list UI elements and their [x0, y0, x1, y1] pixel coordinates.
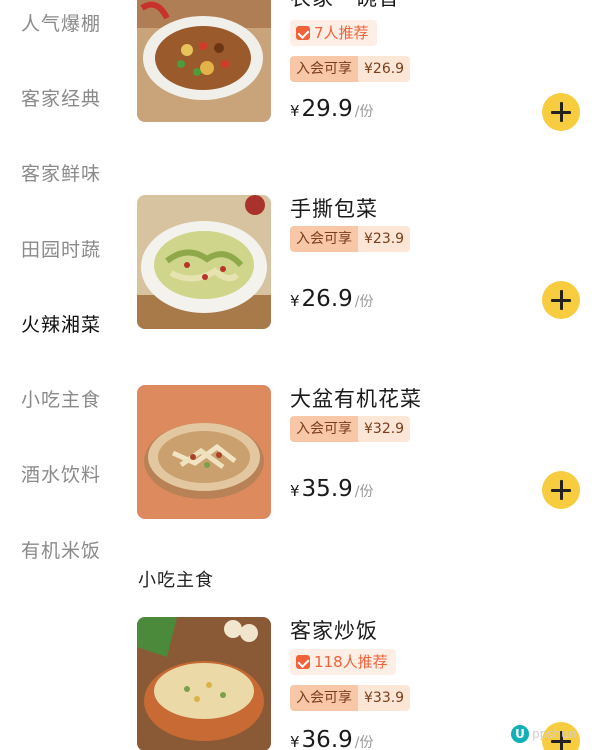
sidebar-item-organic-rice[interactable]: 有机米饭: [21, 536, 101, 563]
price: ¥35.9/份: [290, 476, 373, 502]
member-price: ¥23.9: [358, 226, 411, 252]
member-label: 入会可享: [290, 226, 358, 252]
menu-item[interactable]: 手撕包菜 入会可享 ¥23.9 ¥26.9/份: [137, 195, 597, 331]
watermark-text: ppshun: [532, 727, 577, 741]
member-label: 入会可享: [290, 685, 358, 711]
dish-name: 大盆有机花菜: [290, 387, 422, 411]
member-label: 入会可享: [290, 56, 358, 82]
member-price: ¥32.9: [358, 416, 411, 442]
member-label: 入会可享: [290, 416, 358, 442]
dish-photo[interactable]: [137, 385, 271, 519]
price-value: 35.9: [301, 476, 353, 502]
currency-symbol: ¥: [290, 482, 300, 500]
dish-photo[interactable]: [137, 617, 271, 750]
member-price-tag: 入会可享 ¥26.9: [290, 56, 411, 82]
watermark-logo-icon: U: [511, 725, 529, 743]
member-price-tag: 入会可享 ¥33.9: [290, 685, 411, 711]
price-value: 29.9: [301, 96, 353, 122]
price-value: 36.9: [301, 727, 353, 750]
sidebar-item-snacks-staples[interactable]: 小吃主食: [21, 385, 101, 412]
member-price: ¥33.9: [358, 685, 411, 711]
member-price-tag: 入会可享 ¥32.9: [290, 416, 411, 442]
recommend-count: 7人推荐: [314, 24, 369, 42]
dish-name: 客家炒饭: [290, 619, 378, 643]
sidebar-item-popular[interactable]: 人气爆棚: [21, 9, 101, 36]
price-unit: /份: [354, 104, 374, 120]
price: ¥29.9/份: [290, 96, 373, 122]
menu-item[interactable]: 农家一碗香 7人推荐 入会可享 ¥26.9 ¥29.9/份: [137, 0, 597, 131]
add-to-cart-button[interactable]: [542, 471, 580, 509]
currency-symbol: ¥: [290, 102, 300, 120]
dish-name: 手撕包菜: [290, 197, 378, 221]
menu-item[interactable]: 大盆有机花菜 入会可享 ¥32.9 ¥35.9/份: [137, 385, 597, 521]
price-unit: /份: [354, 484, 374, 500]
category-sidebar: 人气爆棚 客家经典 客家鲜味 田园时蔬 火辣湘菜 小吃主食 酒水饮料 有机米饭: [0, 0, 120, 750]
dish-name: 农家一碗香: [290, 0, 400, 12]
price-unit: /份: [354, 735, 374, 750]
price: ¥36.9/份: [290, 727, 373, 750]
thumbs-up-icon: [296, 655, 310, 669]
member-price: ¥26.9: [358, 56, 411, 82]
currency-symbol: ¥: [290, 292, 300, 310]
dish-photo[interactable]: [137, 0, 271, 122]
member-price-tag: 入会可享 ¥23.9: [290, 226, 411, 252]
recommend-badge: 7人推荐: [290, 20, 377, 46]
price-unit: /份: [354, 294, 374, 310]
recommend-badge: 118人推荐: [290, 649, 396, 675]
sidebar-item-hunan-spicy[interactable]: 火辣湘菜: [21, 310, 101, 337]
currency-symbol: ¥: [290, 733, 300, 750]
add-to-cart-button[interactable]: [542, 281, 580, 319]
watermark: U ppshun: [511, 724, 576, 744]
price: ¥26.9/份: [290, 286, 373, 312]
thumbs-up-icon: [296, 26, 310, 40]
price-value: 26.9: [301, 286, 353, 312]
sidebar-item-hakka-fresh[interactable]: 客家鲜味: [21, 159, 101, 186]
recommend-count: 118人推荐: [314, 653, 388, 671]
sidebar-item-drinks[interactable]: 酒水饮料: [21, 460, 101, 487]
sidebar-item-vegetables[interactable]: 田园时蔬: [21, 235, 101, 262]
add-to-cart-button[interactable]: [542, 93, 580, 131]
sidebar-item-hakka-classic[interactable]: 客家经典: [21, 84, 101, 111]
section-title: 小吃主食: [138, 570, 214, 591]
dish-photo[interactable]: [137, 195, 271, 329]
menu-page: 人气爆棚 客家经典 客家鲜味 田园时蔬 火辣湘菜 小吃主食 酒水饮料 有机米饭: [0, 0, 600, 750]
